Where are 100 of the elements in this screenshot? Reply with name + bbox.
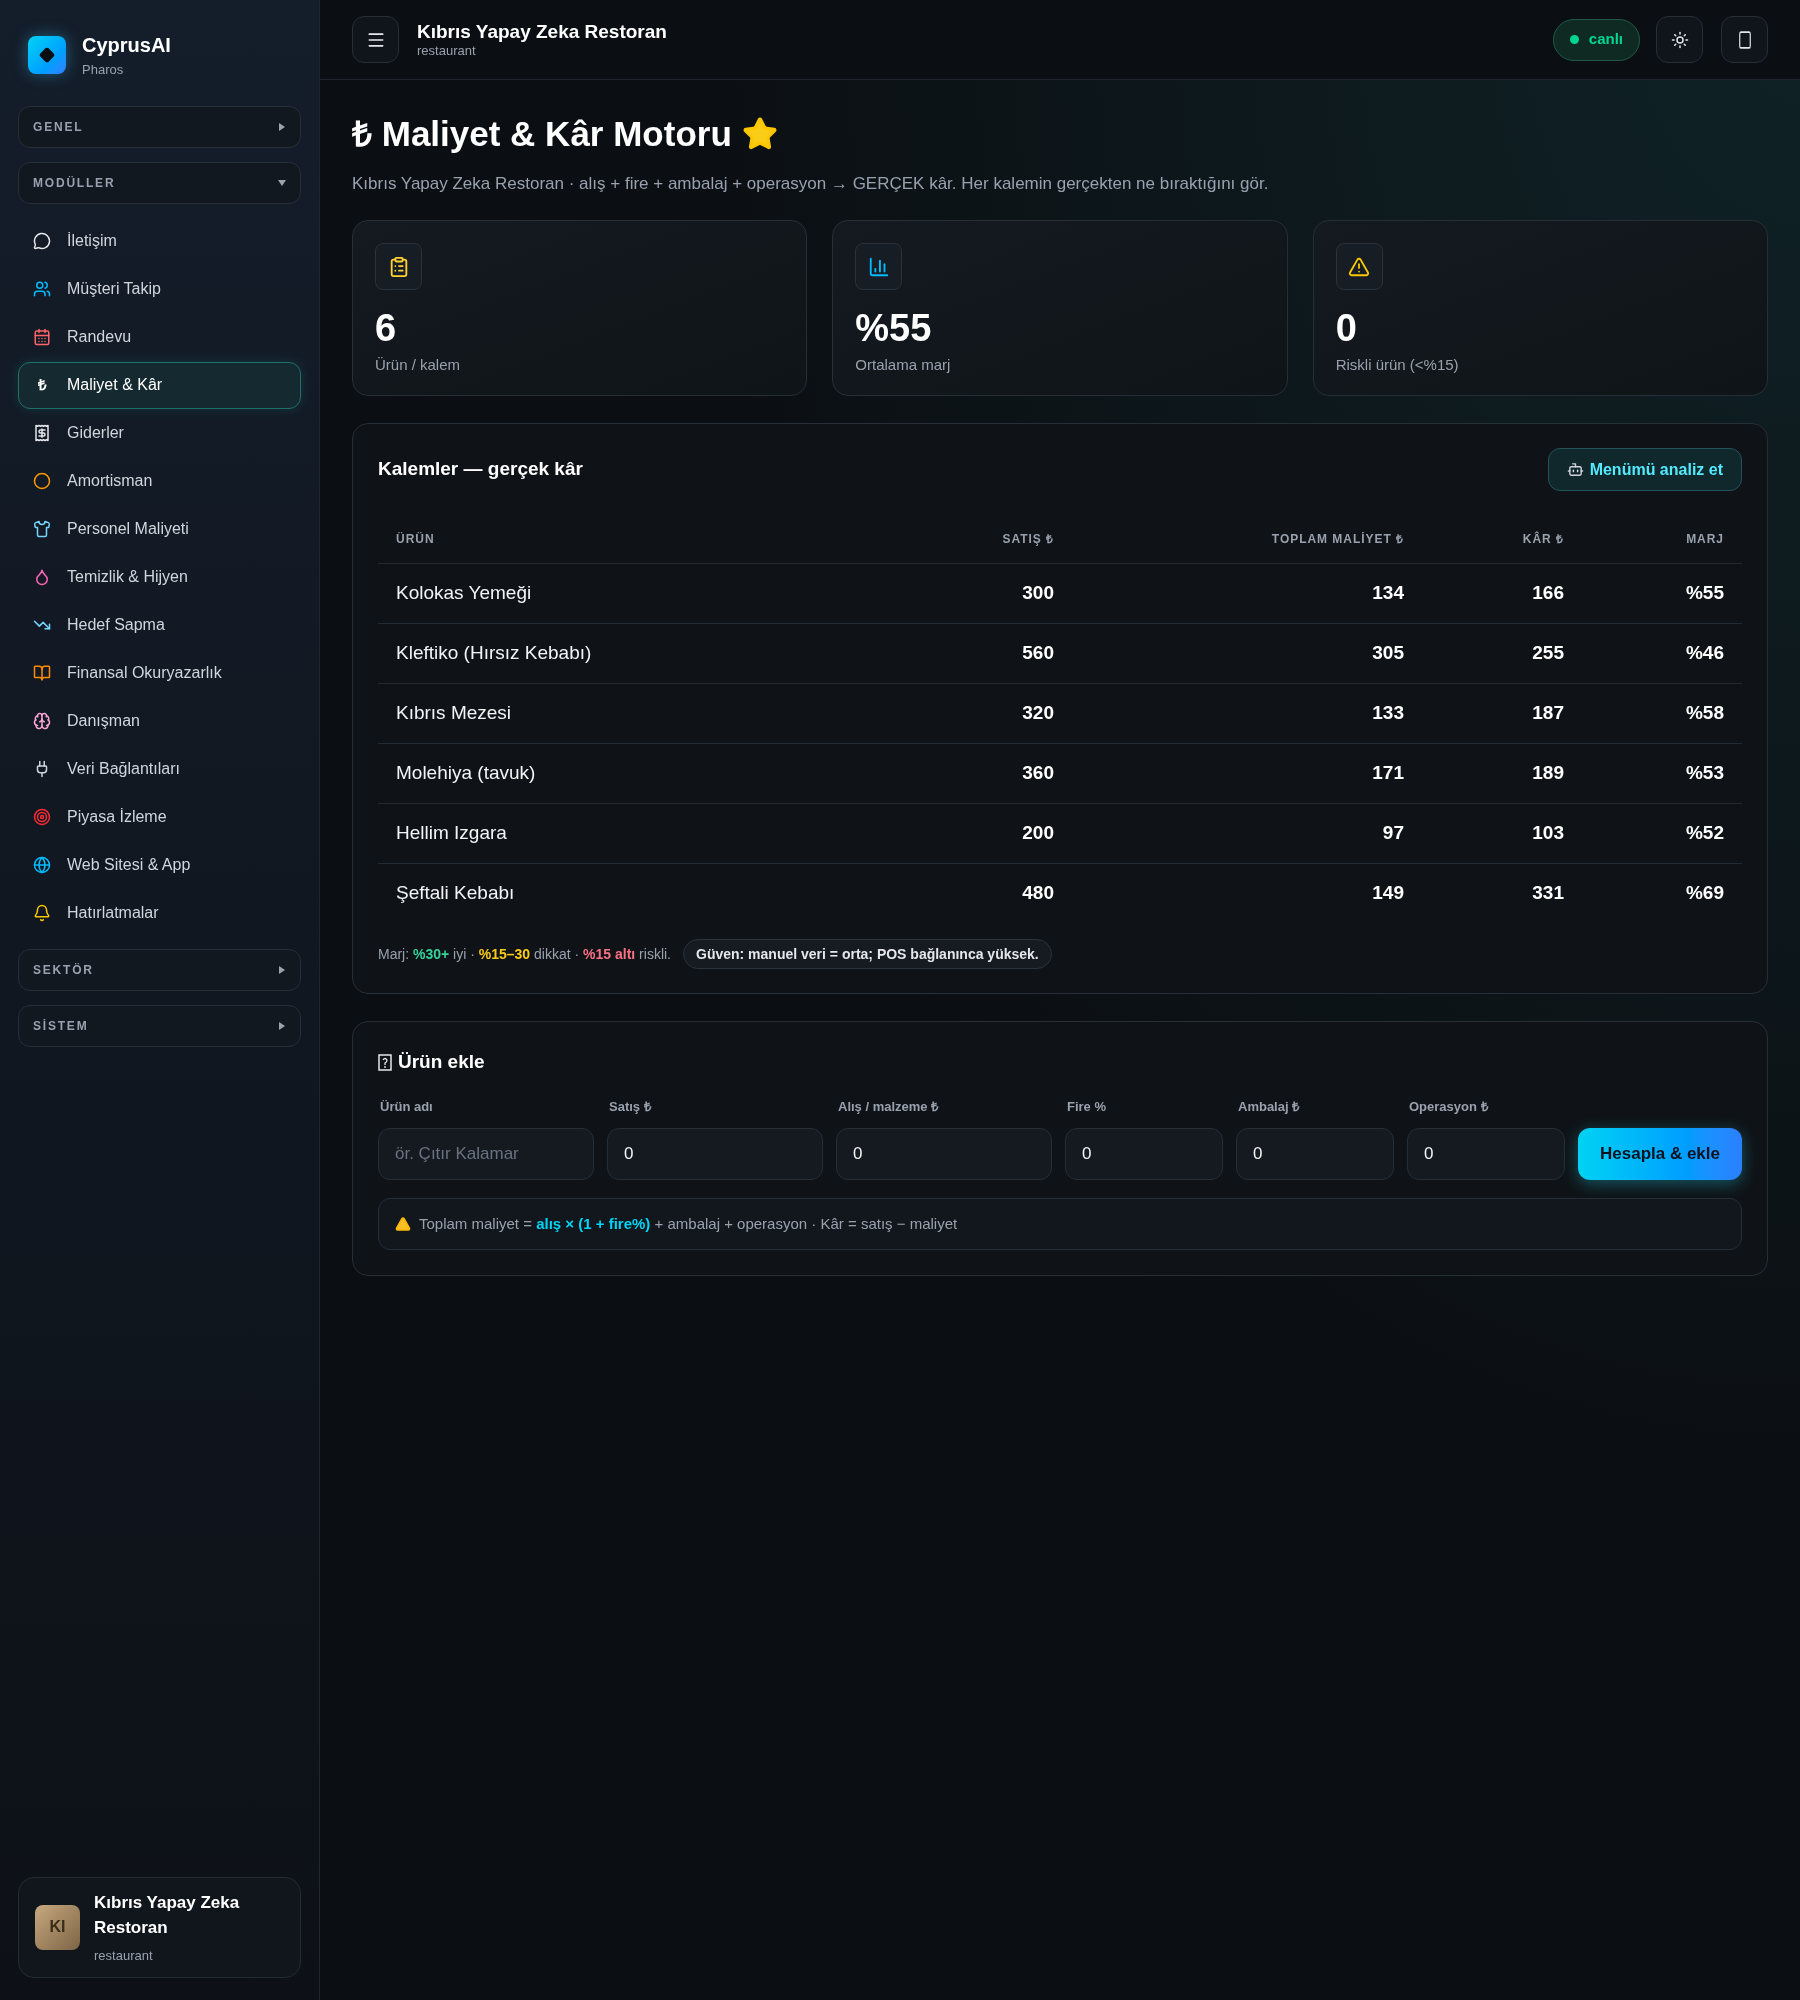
table-cell: 166: [1532, 581, 1564, 603]
input-field[interactable]: 0: [607, 1128, 823, 1180]
input-field[interactable]: 0: [1407, 1128, 1565, 1180]
table-cell: 300: [1022, 581, 1054, 603]
panel-button[interactable]: [1721, 16, 1768, 63]
field-label: Ürün adı: [379, 1097, 434, 1116]
oval-icon: [33, 472, 51, 490]
bar-chart-icon: [855, 243, 903, 290]
placeholder-glyph-icon: [378, 1053, 392, 1071]
card-title: Kalemler — gerçek kâr: [378, 457, 583, 482]
stat-label: Riskli ürün (<%15): [1335, 355, 1460, 375]
table-cell: 187: [1532, 701, 1564, 723]
menu-button[interactable]: [352, 16, 399, 63]
table-cell: 560: [1022, 641, 1054, 663]
section-toggle[interactable]: SEKTÖR: [18, 948, 301, 991]
speech-bubble-icon: [33, 232, 51, 250]
field-label: Ambalaj ₺: [1237, 1097, 1301, 1116]
stat-value: 0: [1335, 306, 1358, 350]
globe-icon: [33, 856, 51, 874]
nav-item[interactable]: Veri Bağlantıları: [18, 745, 301, 793]
table-cell: 97: [1382, 821, 1404, 843]
field-label: Fire %: [1066, 1097, 1107, 1116]
section-toggle[interactable]: GENEL: [18, 105, 301, 148]
table-cell: %69: [1685, 882, 1724, 903]
table-cell: %55: [1685, 581, 1724, 603]
field-label: Operasyon ₺: [1408, 1097, 1490, 1116]
nav-item[interactable]: İletişim: [18, 217, 301, 265]
account-card[interactable]: KI Kıbrıs Yapay Zeka Restoran restaurant: [18, 1876, 301, 1978]
table-cell: 200: [1022, 821, 1054, 843]
section-toggle[interactable]: MODÜLLER: [18, 161, 301, 204]
input-field[interactable]: 0: [1065, 1128, 1223, 1180]
confidence-badge: Güven: manuel veri = orta; POS bağlanınca yüksek.: [683, 939, 1052, 969]
nav-item[interactable]: Finansal Okuryazarlık: [18, 649, 301, 697]
header-title: Kıbrıs Yapay Zeka Restoran: [417, 21, 667, 43]
nav-item[interactable]: Amortisman: [18, 457, 301, 505]
brand-name: CyprusAI: [82, 33, 171, 58]
nav-item[interactable]: Hedef Sapma: [18, 601, 301, 649]
table-cell: Şeftali Kebabı: [396, 882, 515, 903]
bell-icon: [33, 904, 51, 922]
account-type: restaurant: [94, 1946, 154, 1965]
logo-icon: [28, 35, 66, 74]
table-cell: 360: [1022, 761, 1054, 783]
robot-icon: [1566, 461, 1584, 478]
nav-item[interactable]: Müşteri Takip: [18, 265, 301, 313]
book-icon: [33, 664, 51, 682]
table-cell: Hellim Izgara: [396, 821, 507, 843]
table-cell: 171: [1372, 761, 1404, 783]
warning-icon: [1335, 243, 1383, 290]
section-toggle[interactable]: SİSTEM: [18, 1004, 301, 1047]
table-cell: 189: [1532, 761, 1564, 783]
margin-legend: Marj: %30+ iyi · %15–30 dikkat · %15 altı riskli.: [378, 943, 671, 965]
account-avatar: KI: [35, 1904, 80, 1950]
nav-item[interactable]: Danışman: [18, 697, 301, 745]
nav-item[interactable]: Web Sitesi & App: [18, 841, 301, 889]
table-cell: 320: [1022, 701, 1054, 723]
input-field[interactable]: ör. Çıtır Kalamar: [378, 1128, 594, 1180]
field-label: Satış ₺: [608, 1097, 653, 1116]
lira-sign: ₺: [36, 374, 48, 395]
clipboard-icon: [375, 243, 422, 290]
field-label: Alış / malzeme ₺: [837, 1097, 940, 1116]
droplet-icon: [33, 568, 51, 586]
input-field[interactable]: 0: [1236, 1128, 1394, 1180]
nav-item[interactable]: Giderler: [18, 409, 301, 457]
status-pill: canlı: [1552, 18, 1640, 61]
nav-item[interactable]: Hatırlatmalar: [18, 889, 301, 937]
input-field[interactable]: 0: [836, 1128, 1052, 1180]
table-cell: 480: [1022, 882, 1054, 903]
stat-label: Ortalama marj: [855, 355, 952, 375]
table-cell: 149: [1372, 882, 1404, 903]
table-cell: 305: [1372, 641, 1404, 663]
submit-button[interactable]: Hesapla & ekle: [1578, 1128, 1742, 1180]
nav-item[interactable]: Temizlik & Hijyen: [18, 553, 301, 601]
account-name: Kıbrıs Yapay Zeka Restoran: [94, 1891, 241, 1939]
page-subtitle: Kıbrıs Yapay Zeka Restoran · alış + fire + ambalaj + operasyon → GERÇEK kâr. Her kalemin gerçekten ne bıraktığını gör.: [352, 172, 1270, 195]
table-cell: 255: [1532, 641, 1564, 663]
table-cell: Kıbrıs Mezesi: [396, 701, 512, 723]
column-header: KÂR ₺: [1522, 531, 1564, 546]
sun-icon: [1670, 30, 1689, 49]
table-cell: %52: [1685, 821, 1724, 843]
nav-item[interactable]: Personel Maliyeti: [18, 505, 301, 553]
brain-icon: [33, 712, 51, 730]
target-icon: [33, 808, 51, 826]
nav-item[interactable]: ₺ Maliyet & Kâr: [18, 361, 301, 409]
header-subtitle: restaurant: [417, 43, 477, 58]
table-cell: 134: [1372, 581, 1404, 603]
stat-label: Ürün / kalem: [375, 355, 462, 375]
page-title: ₺ Maliyet & Kâr Motoru: [352, 113, 732, 155]
form-title: Ürün ekle: [398, 1050, 485, 1074]
nav-item[interactable]: Randevu: [18, 313, 301, 361]
column-header: MARJ: [1686, 531, 1724, 546]
analyze-button[interactable]: Menümü analiz et: [1547, 448, 1742, 491]
table-cell: 133: [1372, 701, 1404, 723]
column-header: ÜRÜN: [396, 531, 435, 546]
nav-item[interactable]: Piyasa İzleme: [18, 793, 301, 841]
people-icon: [33, 280, 51, 298]
brand-subtitle: Pharos: [82, 61, 125, 79]
table-cell: %58: [1685, 701, 1724, 723]
column-header: SATIŞ ₺: [1002, 531, 1054, 546]
table-cell: 103: [1532, 821, 1564, 843]
theme-button[interactable]: [1656, 16, 1703, 63]
